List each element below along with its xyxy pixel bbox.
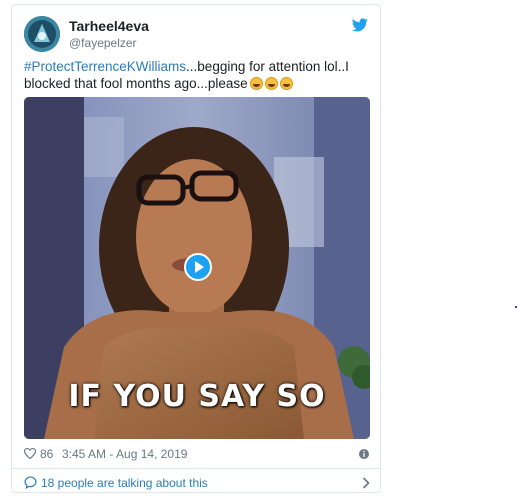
gif-caption: IF YOU SAY SO bbox=[68, 379, 326, 414]
talking-about-label[interactable]: 18 people are talking about this bbox=[41, 476, 208, 490]
divider bbox=[12, 468, 380, 469]
play-icon bbox=[186, 255, 210, 279]
tweet-header: Tarheel4eva @fayepelzer bbox=[24, 16, 370, 52]
tweet-meta-row: 86 3:45 AM - Aug 14, 2019 bbox=[24, 446, 370, 464]
face-with-tears-of-joy-icon bbox=[279, 77, 293, 90]
tweet-card[interactable]: Tarheel4eva @fayepelzer #ProtectTerrence… bbox=[11, 4, 381, 493]
face-with-tears-of-joy-icon bbox=[264, 77, 278, 90]
avatar[interactable] bbox=[24, 16, 60, 52]
comment-bubble-icon bbox=[24, 476, 37, 489]
heart-icon[interactable] bbox=[24, 448, 36, 459]
gif-media[interactable]: IF YOU SAY SO bbox=[24, 97, 370, 439]
info-icon[interactable] bbox=[358, 448, 370, 460]
page: Tarheel4eva @fayepelzer #ProtectTerrence… bbox=[0, 0, 518, 499]
decorative-dot bbox=[515, 306, 517, 308]
hashtag-link[interactable]: #ProtectTerrenceKWilliams bbox=[24, 59, 186, 74]
tweet-text: #ProtectTerrenceKWilliams...begging for … bbox=[24, 58, 370, 92]
play-button[interactable] bbox=[184, 253, 212, 281]
author-handle[interactable]: @fayepelzer bbox=[69, 36, 137, 50]
twitter-bird-icon[interactable] bbox=[352, 18, 368, 32]
face-with-tears-of-joy-icon bbox=[249, 77, 263, 90]
author-display-name[interactable]: Tarheel4eva bbox=[69, 18, 149, 34]
talking-about-row[interactable]: 18 people are talking about this bbox=[24, 475, 370, 493]
chevron-right-icon[interactable] bbox=[362, 477, 370, 489]
tweet-timestamp[interactable]: 3:45 AM - Aug 14, 2019 bbox=[62, 447, 187, 461]
like-count[interactable]: 86 bbox=[40, 447, 53, 461]
